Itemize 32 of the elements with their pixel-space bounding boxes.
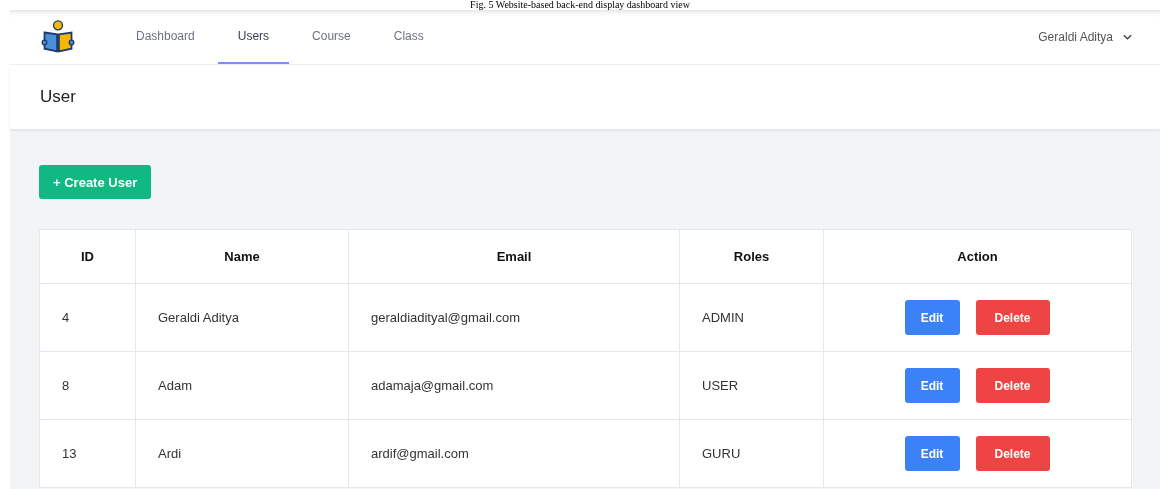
delete-button[interactable]: Delete [975,436,1050,471]
table-cell: 13 [39,419,136,488]
table-cell: 4 [39,283,136,352]
table-cell: geraldiadityal@gmail.com [348,283,680,352]
reader-logo-icon [40,19,76,55]
edit-button[interactable]: Edit [904,368,960,403]
column-header: Name [135,229,349,284]
nav-link[interactable]: Course [292,10,371,64]
column-header: ID [39,229,136,284]
nav-link[interactable]: Class [373,10,444,64]
edit-button[interactable]: Edit [904,436,960,471]
delete-button[interactable]: Delete [975,300,1050,335]
table-cell: 8 [39,351,136,420]
column-header: Action [823,229,1132,284]
table-cell: GURU [679,419,824,488]
column-header: Roles [679,229,824,284]
delete-button[interactable]: Delete [975,368,1050,403]
table-cell: Adam [135,351,349,420]
nav-link[interactable]: Dashboard [116,10,215,64]
page-title: User [40,87,76,107]
user-menu[interactable]: Geraldi Aditya [1038,30,1132,44]
table-cell: Ardi [135,419,349,488]
table-cell: ADMIN [679,283,824,352]
table-cell: adamaja@gmail.com [348,351,680,420]
edit-button[interactable]: Edit [904,300,960,335]
table-cell: Geraldi Aditya [135,283,349,352]
column-header: Email [348,229,680,284]
figure-caption: Fig. 5 Website-based back-end display dashboard view [470,0,690,10]
chevron-down-icon [1123,34,1132,40]
create-user-button[interactable]: + Create User [39,165,152,199]
table-cell: USER [679,351,824,420]
table-cell: ardif@gmail.com [348,419,680,488]
